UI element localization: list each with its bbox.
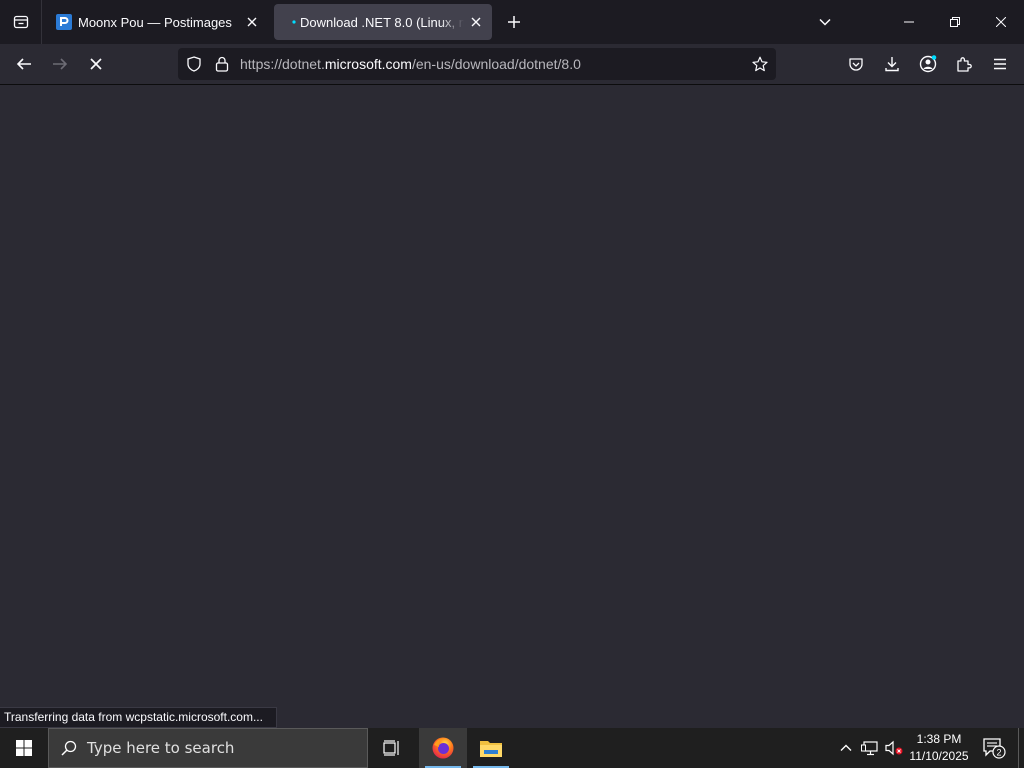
volume-muted-icon	[885, 740, 903, 756]
downloads-button[interactable]	[878, 50, 906, 78]
postimages-favicon-icon	[56, 14, 72, 30]
account-icon	[919, 55, 937, 73]
taskbar-file-explorer-button[interactable]	[467, 728, 515, 768]
network-tray-button[interactable]	[860, 738, 880, 758]
lock-icon[interactable]	[212, 54, 232, 74]
tab-dotnet-download[interactable]: Download .NET 8.0 (Linux, macOS, and Win…	[274, 4, 492, 40]
windows-logo-icon	[16, 740, 32, 756]
minimize-button[interactable]	[886, 0, 932, 44]
url-bar[interactable]: https://dotnet.microsoft.com/en-us/downl…	[178, 48, 776, 80]
tab-title: Moonx Pou — Postimages	[78, 14, 232, 30]
extensions-button[interactable]	[950, 50, 978, 78]
url-host: microsoft.com	[324, 56, 412, 72]
url-prefix: https://dotnet.	[240, 56, 325, 72]
volume-tray-button[interactable]	[884, 738, 904, 758]
bookmark-star-button[interactable]	[750, 54, 770, 74]
arrow-left-icon	[16, 58, 31, 70]
chevron-down-icon	[819, 18, 831, 26]
plus-icon	[508, 16, 520, 28]
stop-icon	[90, 58, 102, 70]
tab-close-button[interactable]	[464, 10, 488, 34]
url-path: /en-us/download/dotnet/8.0	[411, 56, 581, 72]
notification-count: 2	[996, 748, 1001, 758]
pocket-icon	[849, 58, 863, 71]
task-view-button[interactable]	[368, 728, 416, 768]
firefox-icon	[432, 737, 454, 759]
close-icon	[996, 17, 1006, 27]
taskbar-search-box[interactable]: Type here to search	[48, 728, 368, 768]
show-hidden-icons-button[interactable]	[836, 738, 856, 758]
tab-strip: Moonx Pou — Postimages Download .NET 8.0…	[0, 0, 1024, 44]
taskbar-firefox-button[interactable]	[419, 728, 467, 768]
pocket-button[interactable]	[842, 50, 870, 78]
firefox-view-icon	[13, 15, 28, 29]
close-icon	[247, 17, 257, 27]
search-icon	[61, 740, 77, 756]
star-icon	[752, 56, 768, 72]
list-all-tabs-button[interactable]	[813, 10, 837, 34]
firefox-view-button[interactable]	[0, 0, 42, 44]
stop-loading-button[interactable]	[82, 50, 110, 78]
task-view-icon	[383, 740, 399, 756]
app-menu-button[interactable]	[986, 50, 1014, 78]
shield-icon[interactable]	[184, 54, 204, 74]
new-tab-button[interactable]	[502, 10, 526, 34]
url-text[interactable]: https://dotnet.microsoft.com/en-us/downl…	[240, 56, 581, 72]
clock-date: 11/10/2025	[909, 749, 969, 763]
account-button[interactable]	[914, 50, 942, 78]
screen: Moonx Pou — Postimages Download .NET 8.0…	[0, 0, 1024, 768]
show-desktop-button[interactable]	[1018, 728, 1019, 768]
download-icon	[885, 57, 899, 72]
minimize-icon	[904, 21, 914, 23]
action-center-button[interactable]: 2	[980, 734, 1008, 762]
start-button[interactable]	[0, 728, 48, 768]
status-panel: Transferring data from wcpstatic.microso…	[0, 707, 277, 728]
notification-icon: 2	[983, 738, 1006, 759]
arrow-right-icon	[53, 58, 68, 70]
loading-dot-icon	[282, 14, 298, 30]
network-icon	[861, 741, 878, 756]
taskbar-clock[interactable]: 1:38 PM 11/10/2025	[904, 731, 974, 765]
tab-title: Download .NET 8.0 (Linux, macOS, and Win…	[300, 14, 464, 30]
windows-taskbar: Type here to search 1:38 PM 11/10/2025 2	[0, 728, 1024, 768]
forward-button[interactable]	[46, 50, 74, 78]
page-content-area	[0, 86, 1024, 728]
close-window-button[interactable]	[978, 0, 1024, 44]
file-explorer-icon	[480, 741, 502, 757]
hamburger-menu-icon	[994, 58, 1006, 70]
search-placeholder: Type here to search	[87, 739, 235, 757]
close-icon	[471, 17, 481, 27]
back-button[interactable]	[10, 50, 38, 78]
tab-postimages[interactable]: Moonx Pou — Postimages	[48, 4, 268, 40]
navigation-toolbar: https://dotnet.microsoft.com/en-us/downl…	[0, 44, 1024, 85]
tab-close-button[interactable]	[240, 10, 264, 34]
chevron-up-icon	[840, 744, 852, 751]
clock-time: 1:38 PM	[916, 732, 962, 746]
restore-button[interactable]	[932, 0, 978, 44]
restore-icon	[950, 17, 960, 27]
puzzle-piece-icon	[957, 57, 972, 72]
